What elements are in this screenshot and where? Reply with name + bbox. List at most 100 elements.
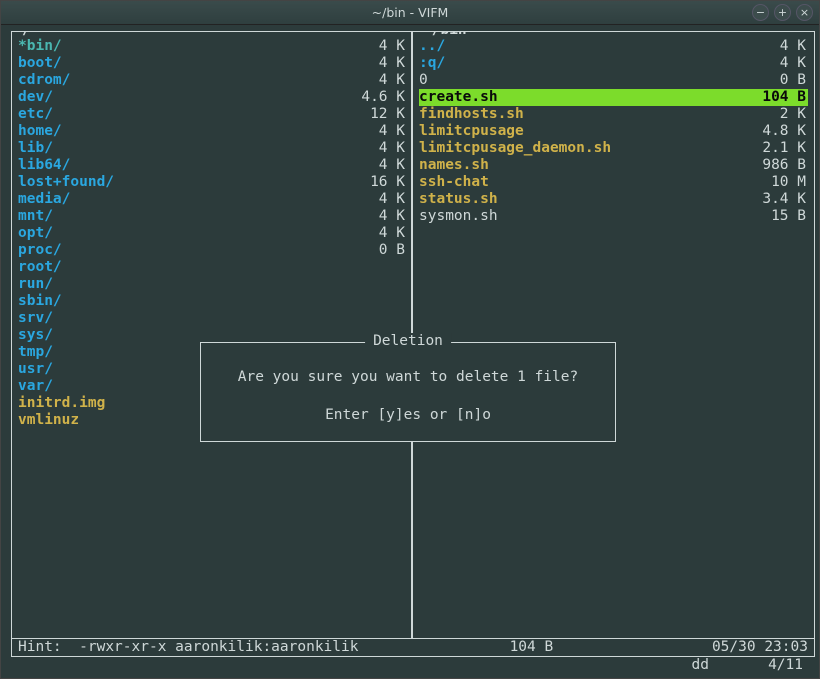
file-name: run/ bbox=[18, 276, 347, 293]
file-size: 2.1 K bbox=[748, 140, 808, 157]
terminal[interactable]: / *bin/4 Kboot/4 Kcdrom/4 Kdev/4.6 Ketc/… bbox=[1, 25, 819, 678]
file-size: 4 K bbox=[347, 191, 407, 208]
dialog-title: Deletion bbox=[365, 333, 451, 350]
file-name: names.sh bbox=[419, 157, 748, 174]
file-row[interactable]: 00 B bbox=[419, 72, 808, 89]
file-size: 4.8 K bbox=[748, 123, 808, 140]
file-row[interactable]: ../4 K bbox=[419, 38, 808, 55]
file-name: 0 bbox=[419, 72, 748, 89]
dialog-message: Are you sure you want to delete 1 file? bbox=[211, 365, 605, 389]
file-row[interactable]: boot/4 K bbox=[18, 55, 407, 72]
right-pane[interactable]: ~/bin ../4 K:q/4 K00 Bcreate.sh104 Bfind… bbox=[412, 32, 814, 638]
window-buttons: − + × bbox=[752, 4, 813, 21]
file-row[interactable]: lib/4 K bbox=[18, 140, 407, 157]
file-row[interactable]: lost+found/16 K bbox=[18, 174, 407, 191]
file-row[interactable]: sbin/ bbox=[18, 293, 407, 310]
file-row[interactable]: sysmon.sh15 B bbox=[419, 208, 808, 225]
file-size: 12 K bbox=[347, 106, 407, 123]
file-name: findhosts.sh bbox=[419, 106, 748, 123]
status-command: dd bbox=[689, 657, 749, 674]
file-name: srv/ bbox=[18, 310, 347, 327]
panes-container: / *bin/4 Kboot/4 Kcdrom/4 Kdev/4.6 Ketc/… bbox=[11, 31, 815, 638]
hint-label: Hint: bbox=[18, 639, 62, 655]
minimize-icon: − bbox=[756, 7, 765, 18]
file-size: 4 K bbox=[347, 140, 407, 157]
status-bar-2: dd 4/11 bbox=[11, 657, 815, 674]
file-name: :q/ bbox=[419, 55, 748, 72]
file-name: limitcpusage_daemon.sh bbox=[419, 140, 748, 157]
maximize-icon: + bbox=[778, 7, 787, 18]
status-size: 104 B bbox=[493, 639, 553, 656]
status-position: 4/11 bbox=[749, 657, 809, 674]
file-name: home/ bbox=[18, 123, 347, 140]
file-row[interactable]: *bin/4 K bbox=[18, 38, 407, 55]
file-name: lib64/ bbox=[18, 157, 347, 174]
file-size: 15 B bbox=[748, 208, 808, 225]
file-row[interactable]: status.sh3.4 K bbox=[419, 191, 808, 208]
titlebar[interactable]: ~/bin - VIFM − + × bbox=[1, 1, 819, 25]
file-row[interactable]: lib64/4 K bbox=[18, 157, 407, 174]
file-size: 4 K bbox=[347, 208, 407, 225]
file-name: etc/ bbox=[18, 106, 347, 123]
minimize-button[interactable]: − bbox=[752, 4, 769, 21]
status-bar-1: Hint: -rwxr-xr-x aaronkilik:aaronkilik 1… bbox=[11, 638, 815, 657]
file-row[interactable]: home/4 K bbox=[18, 123, 407, 140]
file-size: 4 K bbox=[347, 123, 407, 140]
file-row[interactable]: :q/4 K bbox=[419, 55, 808, 72]
file-row[interactable]: findhosts.sh2 K bbox=[419, 106, 808, 123]
file-size: 0 B bbox=[347, 242, 407, 259]
left-pane[interactable]: / *bin/4 Kboot/4 Kcdrom/4 Kdev/4.6 Ketc/… bbox=[12, 32, 412, 638]
file-perms: -rwxr-xr-x aaronkilik:aaronkilik bbox=[79, 639, 358, 655]
window-title: ~/bin - VIFM bbox=[1, 5, 819, 20]
app-window: ~/bin - VIFM − + × / *bin/4 Kboot/4 Kcdr… bbox=[0, 0, 820, 679]
file-row[interactable]: opt/4 K bbox=[18, 225, 407, 242]
dialog-prompt: Enter [y]es or [n]o bbox=[211, 403, 605, 427]
right-file-list: ../4 K:q/4 K00 Bcreate.sh104 Bfindhosts.… bbox=[419, 38, 808, 225]
file-size: 10 M bbox=[748, 174, 808, 191]
file-row[interactable]: etc/12 K bbox=[18, 106, 407, 123]
status-left: Hint: -rwxr-xr-x aaronkilik:aaronkilik bbox=[18, 639, 358, 656]
file-name: limitcpusage bbox=[419, 123, 748, 140]
file-name: root/ bbox=[18, 259, 347, 276]
left-pane-title: / bbox=[18, 32, 35, 39]
file-size: 16 K bbox=[347, 174, 407, 191]
file-row[interactable]: limitcpusage4.8 K bbox=[419, 123, 808, 140]
file-row[interactable]: ssh-chat10 M bbox=[419, 174, 808, 191]
file-row[interactable]: create.sh104 B bbox=[419, 89, 808, 106]
file-name: boot/ bbox=[18, 55, 347, 72]
file-size: 4 K bbox=[748, 55, 808, 72]
file-row[interactable]: root/ bbox=[18, 259, 407, 276]
file-name: proc/ bbox=[18, 242, 347, 259]
file-row[interactable]: dev/4.6 K bbox=[18, 89, 407, 106]
file-row[interactable]: media/4 K bbox=[18, 191, 407, 208]
close-button[interactable]: × bbox=[796, 4, 813, 21]
right-pane-title: ~/bin bbox=[419, 32, 471, 39]
file-size: 3.4 K bbox=[748, 191, 808, 208]
file-size: 0 B bbox=[748, 72, 808, 89]
file-size bbox=[347, 259, 407, 276]
dialog-body: Are you sure you want to delete 1 file? … bbox=[211, 365, 605, 427]
file-row[interactable]: names.sh986 B bbox=[419, 157, 808, 174]
file-name: dev/ bbox=[18, 89, 347, 106]
file-size bbox=[347, 310, 407, 327]
status-date: 05/30 23:03 bbox=[688, 639, 808, 656]
file-row[interactable]: run/ bbox=[18, 276, 407, 293]
file-name: create.sh bbox=[419, 89, 748, 106]
file-size: 4 K bbox=[347, 55, 407, 72]
file-size: 4 K bbox=[347, 157, 407, 174]
file-name: media/ bbox=[18, 191, 347, 208]
file-row[interactable]: srv/ bbox=[18, 310, 407, 327]
file-row[interactable]: proc/0 B bbox=[18, 242, 407, 259]
deletion-dialog[interactable]: Deletion Are you sure you want to delete… bbox=[200, 342, 616, 442]
file-size: 4 K bbox=[347, 225, 407, 242]
maximize-button[interactable]: + bbox=[774, 4, 791, 21]
file-name: lib/ bbox=[18, 140, 347, 157]
file-name: sbin/ bbox=[18, 293, 347, 310]
file-row[interactable]: mnt/4 K bbox=[18, 208, 407, 225]
file-row[interactable]: cdrom/4 K bbox=[18, 72, 407, 89]
file-size bbox=[347, 293, 407, 310]
file-name: status.sh bbox=[419, 191, 748, 208]
file-row[interactable]: limitcpusage_daemon.sh2.1 K bbox=[419, 140, 808, 157]
file-name: mnt/ bbox=[18, 208, 347, 225]
file-name: opt/ bbox=[18, 225, 347, 242]
